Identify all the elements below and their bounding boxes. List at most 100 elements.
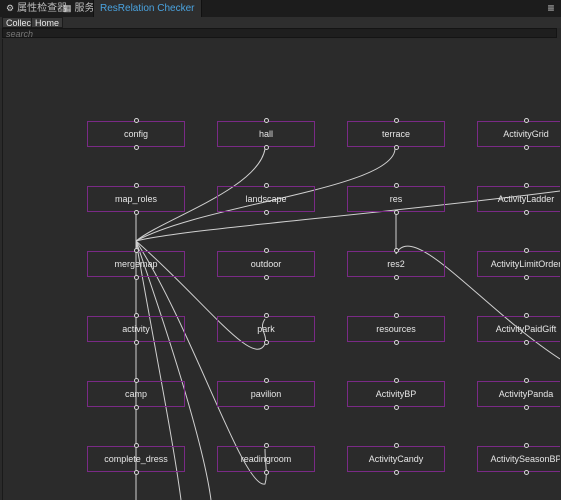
node-port-bottom[interactable] [133,405,139,410]
node-activitypanda[interactable]: ActivityPanda [477,378,560,410]
node-label: ActivityGrid [503,129,549,139]
node-res2[interactable]: res2 [347,248,445,280]
node-activitycandy[interactable]: ActivityCandy [347,443,445,475]
node-label: ActivityLadder [497,194,555,204]
node-activity[interactable]: activity [87,313,185,345]
node-label: res [389,194,403,204]
tab-inspector[interactable]: ⚙ 属性检查器 [6,0,67,17]
node-port-bottom[interactable] [263,405,269,410]
node-port-top[interactable] [393,378,399,383]
node-port-bottom[interactable] [133,210,139,215]
node-port-top[interactable] [263,443,269,448]
node-label: complete_dress [104,454,168,464]
node-port-bottom[interactable] [393,405,399,410]
node-port-top[interactable] [523,313,529,318]
node-port-top[interactable] [523,118,529,123]
node-activitypaidgift[interactable]: ActivityPaidGift [477,313,560,345]
node-landscape[interactable]: landscape [217,183,315,215]
node-port-top[interactable] [523,443,529,448]
node-outdoor[interactable]: outdoor [217,248,315,280]
node-port-bottom[interactable] [523,340,529,345]
hamburger-menu-icon[interactable]: ≡ [545,1,557,15]
node-port-bottom[interactable] [523,210,529,215]
node-resources[interactable]: resources [347,313,445,345]
node-activityseasonbp[interactable]: ActivitySeasonBP [477,443,560,475]
home-button[interactable]: Home [31,17,64,28]
node-label: resources [376,324,416,334]
node-port-bottom[interactable] [393,145,399,150]
node-label: readingroom [240,454,292,464]
node-port-top[interactable] [133,183,139,188]
node-port-bottom[interactable] [393,470,399,475]
node-port-bottom[interactable] [263,275,269,280]
node-label: landscape [245,194,287,204]
node-port-top[interactable] [263,118,269,123]
node-label: ActivitySeasonBP [490,454,560,464]
node-label: activity [122,324,150,334]
node-port-top[interactable] [393,183,399,188]
tab-inspector-label: 属性检查器 [17,3,68,14]
node-port-top[interactable] [523,378,529,383]
node-port-bottom[interactable] [263,145,269,150]
node-camp[interactable]: camp [87,378,185,410]
tab-services[interactable]: ▦ 服务 [63,0,95,17]
node-label: mergemap [114,259,158,269]
node-port-bottom[interactable] [263,470,269,475]
tab-resrelation-checker[interactable]: ResRelation Checker [93,0,202,17]
node-port-bottom[interactable] [263,210,269,215]
node-res[interactable]: res [347,183,445,215]
node-label: ActivityPaidGift [495,324,557,334]
node-map-roles[interactable]: map_roles [87,183,185,215]
node-port-top[interactable] [133,248,139,253]
node-park[interactable]: park [217,313,315,345]
node-port-bottom[interactable] [133,145,139,150]
node-activitylimitorder[interactable]: ActivityLimitOrder [477,248,560,280]
node-port-top[interactable] [133,443,139,448]
node-port-top[interactable] [263,313,269,318]
node-label: ActivityPanda [498,389,554,399]
node-port-top[interactable] [523,248,529,253]
node-port-bottom[interactable] [133,275,139,280]
node-activitygrid[interactable]: ActivityGrid [477,118,560,150]
node-config[interactable]: config [87,118,185,150]
node-hall[interactable]: hall [217,118,315,150]
node-label: map_roles [114,194,158,204]
node-port-top[interactable] [133,378,139,383]
node-activityladder[interactable]: ActivityLadder [477,183,560,215]
node-port-bottom[interactable] [393,210,399,215]
node-port-top[interactable] [393,313,399,318]
node-port-top[interactable] [263,378,269,383]
node-complete-dress[interactable]: complete_dress [87,443,185,475]
node-port-top[interactable] [263,248,269,253]
node-port-bottom[interactable] [393,275,399,280]
node-port-bottom[interactable] [393,340,399,345]
search-input[interactable]: search [2,28,557,39]
node-label: ActivityBP [375,389,417,399]
node-port-bottom[interactable] [133,340,139,345]
node-activitybp[interactable]: ActivityBP [347,378,445,410]
node-port-top[interactable] [133,313,139,318]
node-port-top[interactable] [263,183,269,188]
node-label: ActivityLimitOrder [490,259,560,269]
node-label: pavilion [250,389,282,399]
node-port-top[interactable] [523,183,529,188]
node-mergemap[interactable]: mergemap [87,248,185,280]
node-port-top[interactable] [393,118,399,123]
node-label: res2 [387,259,405,269]
node-port-bottom[interactable] [523,145,529,150]
node-label: config [123,129,149,139]
gear-icon: ⚙ [6,3,15,13]
node-pavilion[interactable]: pavilion [217,378,315,410]
node-port-top[interactable] [393,443,399,448]
node-readingroom[interactable]: readingroom [217,443,315,475]
node-port-bottom[interactable] [263,340,269,345]
node-port-top[interactable] [393,248,399,253]
node-terrace[interactable]: terrace [347,118,445,150]
graph-canvas[interactable]: config hall terrace ActivityGrid map_rol… [2,39,560,500]
node-port-bottom[interactable] [523,405,529,410]
node-port-bottom[interactable] [133,470,139,475]
node-port-bottom[interactable] [523,275,529,280]
node-port-top[interactable] [133,118,139,123]
toolbar [0,17,561,28]
node-port-bottom[interactable] [523,470,529,475]
